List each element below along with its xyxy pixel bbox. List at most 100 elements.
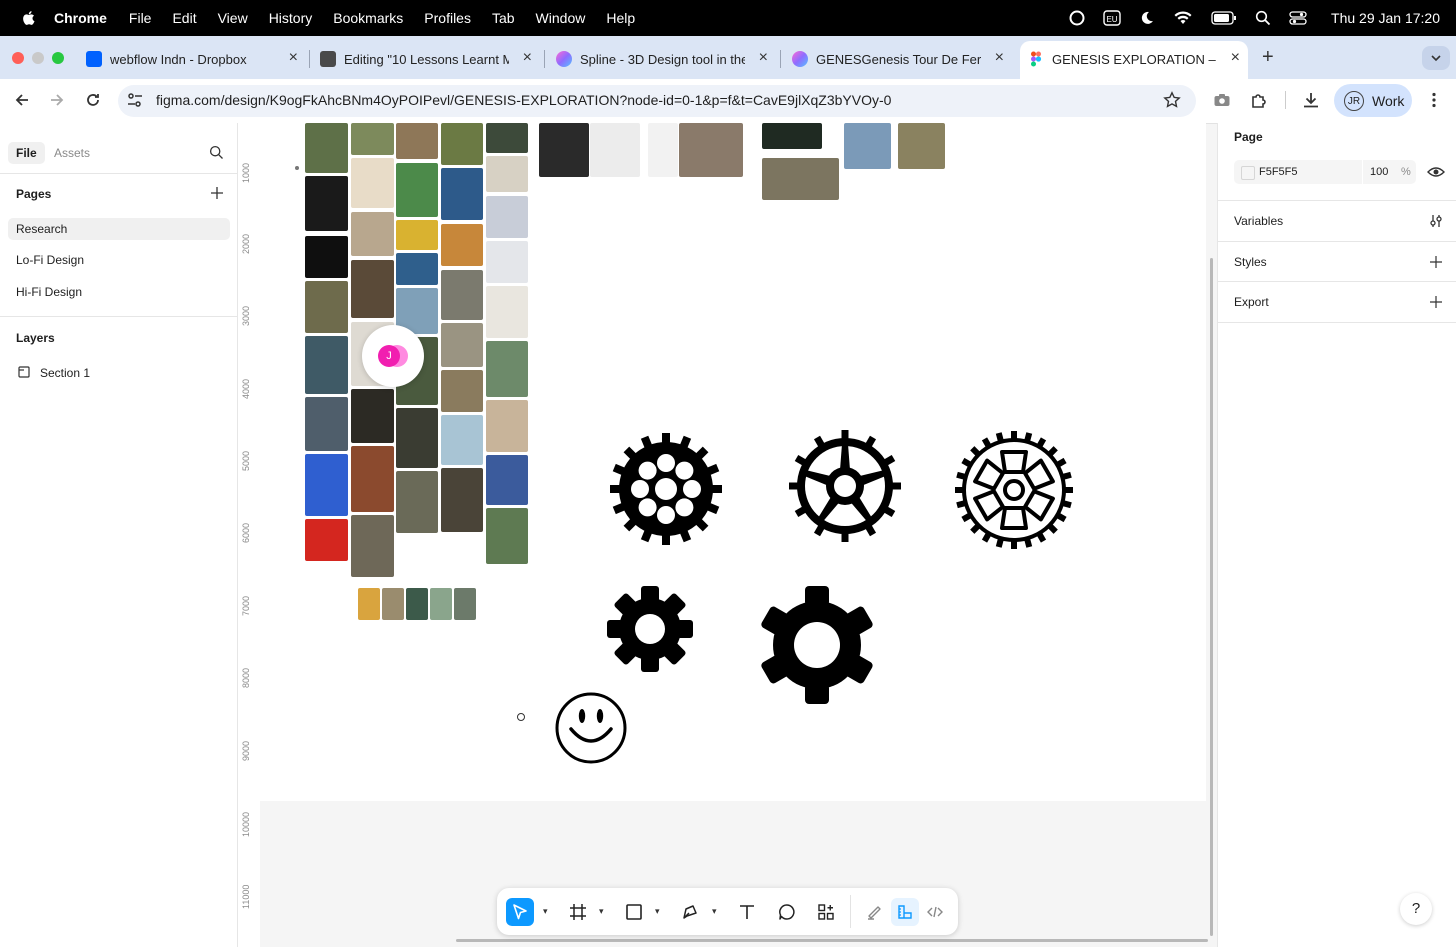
menu-profiles[interactable]: Profiles xyxy=(424,10,471,26)
image-thumbnail[interactable] xyxy=(351,389,394,443)
extensions-puzzle-icon[interactable] xyxy=(1250,91,1268,109)
variables-settings-icon[interactable] xyxy=(1428,213,1444,229)
reload-icon[interactable] xyxy=(84,91,102,109)
image-thumbnail[interactable] xyxy=(486,123,528,153)
menu-tab[interactable]: Tab xyxy=(492,10,515,26)
help-button[interactable]: ? xyxy=(1400,893,1432,925)
menu-help[interactable]: Help xyxy=(606,10,635,26)
frame-tool-chevron-down-icon[interactable]: ▾ xyxy=(599,906,604,917)
tab-editing-article[interactable]: Editing "10 Lessons Learnt M × xyxy=(320,44,532,74)
collaborator-avatar[interactable]: J xyxy=(362,325,424,387)
wifi-icon[interactable] xyxy=(1173,10,1193,26)
menu-window[interactable]: Window xyxy=(536,10,586,26)
focus-moon-icon[interactable] xyxy=(1139,10,1155,26)
image-thumbnail[interactable] xyxy=(679,123,743,177)
new-tab-plus-icon[interactable]: + xyxy=(1262,46,1274,69)
add-style-plus-icon[interactable] xyxy=(1429,255,1443,269)
gear-icon[interactable] xyxy=(954,430,1074,550)
menu-bar-clock[interactable]: Thu 29 Jan 17:20 xyxy=(1331,10,1440,26)
image-thumbnail[interactable] xyxy=(762,158,839,200)
gear-icon[interactable] xyxy=(758,586,876,704)
image-thumbnail[interactable] xyxy=(430,588,452,620)
window-minimize-button[interactable] xyxy=(32,52,44,64)
design-mode-button[interactable] xyxy=(891,898,919,926)
tab-genesis-tour[interactable]: GENESGenesis Tour De Fer 2( × xyxy=(792,44,1004,74)
shape-tool-chevron-down-icon[interactable]: ▾ xyxy=(655,906,660,917)
image-thumbnail[interactable] xyxy=(441,415,483,465)
comment-tool-button[interactable] xyxy=(773,898,801,926)
image-thumbnail[interactable] xyxy=(396,220,438,250)
rectangle-tool-button[interactable] xyxy=(620,898,648,926)
tab-close-icon[interactable]: × xyxy=(289,50,298,66)
horizontal-scrollbar[interactable] xyxy=(456,939,1208,942)
back-arrow-icon[interactable] xyxy=(13,91,31,109)
window-close-button[interactable] xyxy=(12,52,24,64)
move-tool-chevron-down-icon[interactable]: ▾ xyxy=(543,906,548,917)
frame-tool-button[interactable] xyxy=(564,898,592,926)
add-export-plus-icon[interactable] xyxy=(1429,295,1443,309)
image-thumbnail[interactable] xyxy=(351,212,394,256)
page-item-hifi-design[interactable]: Hi-Fi Design xyxy=(8,281,230,303)
move-tool-button[interactable] xyxy=(506,898,534,926)
image-thumbnail[interactable] xyxy=(486,196,528,238)
battery-icon[interactable] xyxy=(1211,11,1237,25)
image-thumbnail[interactable] xyxy=(441,224,483,266)
tab-file[interactable]: File xyxy=(8,142,45,164)
color-swatch[interactable] xyxy=(1241,166,1255,180)
window-zoom-button[interactable] xyxy=(52,52,64,64)
image-thumbnail[interactable] xyxy=(486,156,528,192)
image-thumbnail[interactable] xyxy=(762,123,822,149)
image-thumbnail[interactable] xyxy=(358,588,380,620)
dev-mode-button[interactable] xyxy=(921,898,949,926)
image-thumbnail[interactable] xyxy=(441,168,483,220)
tab-search-button[interactable] xyxy=(1422,46,1450,70)
image-thumbnail[interactable] xyxy=(351,260,394,318)
image-thumbnail[interactable] xyxy=(305,176,348,231)
page-background-field[interactable]: F5F5F5 100 % xyxy=(1234,160,1416,184)
image-thumbnail[interactable] xyxy=(441,370,483,412)
site-settings-icon[interactable] xyxy=(126,91,144,109)
image-thumbnail[interactable] xyxy=(396,163,438,217)
profile-button[interactable]: JR Work xyxy=(1334,84,1412,117)
image-thumbnail[interactable] xyxy=(486,508,528,564)
tab-close-icon[interactable]: × xyxy=(759,50,768,66)
image-thumbnail[interactable] xyxy=(396,253,438,285)
search-icon[interactable] xyxy=(209,145,224,160)
vertical-scrollbar[interactable] xyxy=(1210,258,1213,936)
tab-assets[interactable]: Assets xyxy=(46,142,98,164)
tab-genesis-exploration-figma[interactable]: GENESIS EXPLORATION – Fig × xyxy=(1028,44,1240,74)
menu-view[interactable]: View xyxy=(218,10,248,26)
image-thumbnail[interactable] xyxy=(441,323,483,367)
image-thumbnail[interactable] xyxy=(486,241,528,283)
text-tool-button[interactable] xyxy=(733,898,761,926)
control-center-icon[interactable] xyxy=(1289,10,1307,26)
resources-tool-button[interactable] xyxy=(812,898,840,926)
download-icon[interactable] xyxy=(1302,91,1320,109)
bookmark-star-icon[interactable] xyxy=(1163,91,1181,109)
image-thumbnail[interactable] xyxy=(898,123,945,169)
gear-icon[interactable] xyxy=(610,433,722,545)
menu-file[interactable]: File xyxy=(129,10,152,26)
spotlight-search-icon[interactable] xyxy=(1255,10,1271,26)
image-thumbnail[interactable] xyxy=(441,270,483,320)
tab-spline[interactable]: Spline - 3D Design tool in the × xyxy=(556,44,768,74)
image-thumbnail[interactable] xyxy=(486,286,528,338)
pen-tool-button[interactable] xyxy=(676,898,704,926)
image-thumbnail[interactable] xyxy=(351,446,394,512)
image-thumbnail[interactable] xyxy=(486,455,528,505)
image-thumbnail[interactable] xyxy=(648,123,678,177)
apple-icon[interactable] xyxy=(20,9,38,27)
url-text[interactable]: figma.com/design/K9ogFkAhcBNm4OyPOIPevl/… xyxy=(156,92,891,108)
gear-icon[interactable] xyxy=(789,430,901,542)
menu-edit[interactable]: Edit xyxy=(172,10,196,26)
menu-chrome[interactable]: Chrome xyxy=(54,10,107,26)
page-item-research[interactable]: Research xyxy=(8,218,230,240)
image-thumbnail[interactable] xyxy=(539,123,589,177)
image-thumbnail[interactable] xyxy=(305,519,348,561)
image-thumbnail[interactable] xyxy=(351,158,394,208)
image-thumbnail[interactable] xyxy=(351,123,394,155)
image-thumbnail[interactable] xyxy=(305,336,348,394)
layer-item-section-1[interactable]: Section 1 xyxy=(40,366,90,380)
image-thumbnail[interactable] xyxy=(396,123,438,159)
image-thumbnail[interactable] xyxy=(305,236,348,278)
